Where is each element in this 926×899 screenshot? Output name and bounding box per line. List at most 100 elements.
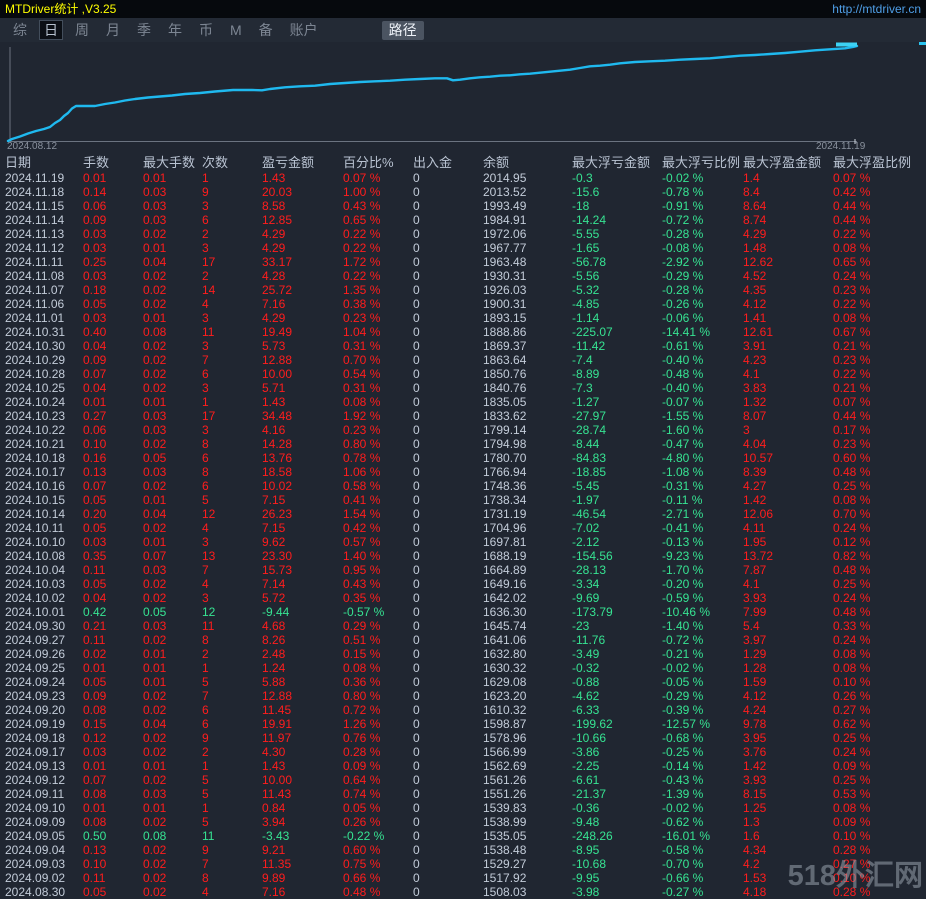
cell-balance: 1562.69 — [483, 759, 527, 773]
cell-lots: 0.07 — [83, 773, 107, 787]
table-row[interactable]: 2024.09.12 0.07 0.02 5 10.00 0.64 % 0 1561.26 -6… — [0, 773, 926, 787]
table-row[interactable]: 2024.11.07 0.18 0.02 14 25.72 1.35 % 0 1926.03 -… — [0, 283, 926, 297]
cell-pct: 0.42 % — [343, 521, 381, 535]
table-row[interactable]: 2024.10.31 0.40 0.08 11 19.49 1.04 % 0 1888.86 -… — [0, 325, 926, 339]
cell-pnl: 26.23 — [262, 507, 293, 521]
menu-item-账户[interactable]: 账户 — [285, 20, 323, 40]
table-row[interactable]: 2024.10.10 0.03 0.01 3 9.62 0.57 % 0 1697.81 -2.… — [0, 535, 926, 549]
table-row[interactable]: 2024.11.13 0.03 0.02 2 4.29 0.22 % 0 1972.06 -5.… — [0, 227, 926, 241]
table-row[interactable]: 2024.11.01 0.03 0.01 3 4.29 0.23 % 0 1893.15 -1.… — [0, 311, 926, 325]
cell-max-float-loss: -8.95 — [572, 843, 600, 857]
column-header-trades: 次数 — [202, 155, 229, 170]
table-row[interactable]: 2024.09.26 0.02 0.01 2 2.48 0.15 % 0 1632.80 -3.… — [0, 647, 926, 661]
cell-max-float-loss-pct: -1.40 % — [662, 619, 704, 633]
table-row[interactable]: 2024.09.25 0.01 0.01 1 1.24 0.08 % 0 1630.32 -0.… — [0, 661, 926, 675]
table-row[interactable]: 2024.09.27 0.11 0.02 8 8.26 0.51 % 0 1641.06 -11… — [0, 633, 926, 647]
table-row[interactable]: 2024.09.30 0.21 0.03 11 4.68 0.29 % 0 1645.74 -2… — [0, 619, 926, 633]
table-row[interactable]: 2024.10.24 0.01 0.01 1 1.43 0.08 % 0 1835.05 -1.… — [0, 395, 926, 409]
table-row[interactable]: 2024.11.14 0.09 0.03 6 12.85 0.65 % 0 1984.91 -1… — [0, 213, 926, 227]
table-row[interactable]: 2024.09.18 0.12 0.02 9 11.97 0.76 % 0 1578.96 -1… — [0, 731, 926, 745]
path-button[interactable]: 路径 — [381, 20, 424, 40]
cell-max-float-profit: 8.64 — [743, 199, 767, 213]
cell-balance: 1561.26 — [483, 773, 527, 787]
table-row[interactable]: 2024.10.22 0.06 0.03 3 4.16 0.23 % 0 1799.14 -28… — [0, 423, 926, 437]
cell-date: 2024.09.03 — [5, 857, 66, 871]
table-row[interactable]: 2024.09.03 0.10 0.02 7 11.35 0.75 % 0 1529.27 -1… — [0, 857, 926, 871]
table-row[interactable]: 2024.09.02 0.11 0.02 8 9.89 0.66 % 0 1517.92 -9.… — [0, 871, 926, 885]
menu-item-综[interactable]: 综 — [8, 20, 32, 40]
table-row[interactable]: 2024.09.10 0.01 0.01 1 0.84 0.05 % 0 1539.83 -0.… — [0, 801, 926, 815]
table-row[interactable]: 2024.10.16 0.07 0.02 6 10.02 0.58 % 0 1748.36 -5… — [0, 479, 926, 493]
cell-balance: 2013.52 — [483, 185, 527, 199]
cell-balance: 1645.74 — [483, 619, 527, 633]
cell-max-lots: 0.02 — [143, 703, 167, 717]
table-row[interactable]: 2024.10.04 0.11 0.03 7 15.73 0.95 % 0 1664.89 -2… — [0, 563, 926, 577]
cell-max-float-profit: 8.39 — [743, 465, 767, 479]
table-row[interactable]: 2024.10.11 0.05 0.02 4 7.15 0.42 % 0 1704.96 -7.… — [0, 521, 926, 535]
table-row[interactable]: 2024.11.06 0.05 0.02 4 7.16 0.38 % 0 1900.31 -4.… — [0, 297, 926, 311]
table-row[interactable]: 2024.09.24 0.05 0.01 5 5.88 0.36 % 0 1629.08 -0.… — [0, 675, 926, 689]
table-row[interactable]: 2024.09.13 0.01 0.01 1 1.43 0.09 % 0 1562.69 -2.… — [0, 759, 926, 773]
cell-lots: 0.20 — [83, 507, 107, 521]
table-row[interactable]: 2024.10.28 0.07 0.02 6 10.00 0.54 % 0 1850.76 -8… — [0, 367, 926, 381]
menu-item-M[interactable]: M — [225, 20, 247, 40]
cell-max-lots: 0.03 — [143, 185, 167, 199]
table-row[interactable]: 2024.09.19 0.15 0.04 6 19.91 1.26 % 0 1598.87 -1… — [0, 717, 926, 731]
cell-trades: 3 — [202, 199, 209, 213]
table-row[interactable]: 2024.10.15 0.05 0.01 5 7.15 0.41 % 0 1738.34 -1.… — [0, 493, 926, 507]
table-row[interactable]: 2024.10.01 0.42 0.05 12 -9.44 -0.57 % 0 1636.30… — [0, 605, 926, 619]
table-row[interactable]: 2024.09.09 0.08 0.02 5 3.94 0.26 % 0 1538.99 -9.… — [0, 815, 926, 829]
cell-max-float-loss: -10.68 — [572, 857, 607, 871]
table-row[interactable]: 2024.10.03 0.05 0.02 4 7.14 0.43 % 0 1649.16 -3.… — [0, 577, 926, 591]
table-row[interactable]: 2024.10.30 0.04 0.02 3 5.73 0.31 % 0 1869.37 -11… — [0, 339, 926, 353]
table-row[interactable]: 2024.08.30 0.05 0.02 4 7.16 0.48 % 0 1508.03 -3.… — [0, 885, 926, 899]
cell-trades: 3 — [202, 591, 209, 605]
cell-max-float-loss: -6.33 — [572, 703, 600, 717]
cell-trades: 8 — [202, 871, 209, 885]
table-row[interactable]: 2024.09.17 0.03 0.02 2 4.30 0.28 % 0 1566.99 -3.… — [0, 745, 926, 759]
table-row[interactable]: 2024.09.23 0.09 0.02 7 12.88 0.80 % 0 1623.20 -4… — [0, 689, 926, 703]
table-row[interactable]: 2024.10.29 0.09 0.02 7 12.88 0.70 % 0 1863.64 -7… — [0, 353, 926, 367]
table-row[interactable]: 2024.10.25 0.04 0.02 3 5.71 0.31 % 0 1840.76 -7.… — [0, 381, 926, 395]
cell-lots: 0.05 — [83, 521, 107, 535]
menu-item-季[interactable]: 季 — [132, 20, 156, 40]
cell-lots: 0.40 — [83, 325, 107, 339]
table-row[interactable]: 2024.10.14 0.20 0.04 12 26.23 1.54 % 0 1731.19 -… — [0, 507, 926, 521]
cell-max-float-profit: 5.4 — [743, 619, 760, 633]
table-row[interactable]: 2024.11.18 0.14 0.03 9 20.03 1.00 % 0 2013.52 -1… — [0, 185, 926, 199]
menu-item-月[interactable]: 月 — [101, 20, 125, 40]
cell-trades: 2 — [202, 647, 209, 661]
table-row[interactable]: 2024.10.17 0.13 0.03 8 18.58 1.06 % 0 1766.94 -1… — [0, 465, 926, 479]
cell-deposit-withdraw: 0 — [413, 283, 420, 297]
table-row[interactable]: 2024.11.08 0.03 0.02 2 4.28 0.22 % 0 1930.31 -5.… — [0, 269, 926, 283]
cell-pct: 0.28 % — [343, 745, 381, 759]
cell-lots: 0.01 — [83, 661, 107, 675]
menu-item-备[interactable]: 备 — [254, 20, 278, 40]
table-row[interactable]: 2024.11.19 0.01 0.01 1 1.43 0.07 % 0 2014.95 -0.… — [0, 171, 926, 185]
table-row[interactable]: 2024.10.02 0.04 0.02 3 5.72 0.35 % 0 1642.02 -9.… — [0, 591, 926, 605]
cell-trades: 6 — [202, 367, 209, 381]
table-row[interactable]: 2024.09.04 0.13 0.02 9 9.21 0.60 % 0 1538.48 -8.… — [0, 843, 926, 857]
table-row[interactable]: 2024.10.21 0.10 0.02 8 14.28 0.80 % 0 1794.98 -8… — [0, 437, 926, 451]
table-row[interactable]: 2024.11.11 0.25 0.04 17 33.17 1.72 % 0 1963.48 -… — [0, 255, 926, 269]
table-row[interactable]: 2024.10.08 0.35 0.07 13 23.30 1.40 % 0 1688.19 -… — [0, 549, 926, 563]
table-row[interactable]: 2024.10.23 0.27 0.03 17 34.48 1.92 % 0 1833.62 -… — [0, 409, 926, 423]
table-row[interactable]: 2024.11.12 0.03 0.01 3 4.29 0.22 % 0 1967.77 -1.… — [0, 241, 926, 255]
table-row[interactable]: 2024.09.11 0.08 0.03 5 11.43 0.74 % 0 1551.26 -2… — [0, 787, 926, 801]
menu-item-日[interactable]: 日 — [39, 20, 63, 40]
table-row[interactable]: 2024.10.18 0.16 0.05 6 13.76 0.78 % 0 1780.70 -8… — [0, 451, 926, 465]
table-row[interactable]: 2024.09.20 0.08 0.02 6 11.45 0.72 % 0 1610.32 -6… — [0, 703, 926, 717]
cell-trades: 5 — [202, 493, 209, 507]
menu-item-年[interactable]: 年 — [163, 20, 187, 40]
table-row[interactable]: 2024.09.05 0.50 0.08 11 -3.43 -0.22 % 0 1535.05… — [0, 829, 926, 843]
cell-max-float-loss: -2.25 — [572, 759, 600, 773]
cell-balance: 1893.15 — [483, 311, 527, 325]
table-row[interactable]: 2024.11.15 0.06 0.03 3 8.58 0.43 % 0 1993.49 -18… — [0, 199, 926, 213]
menu-item-周[interactable]: 周 — [70, 20, 94, 40]
column-header-max-float-loss: 最大浮亏金额 — [572, 155, 651, 170]
cell-max-float-profit-pct: 0.08 % — [833, 493, 871, 507]
cell-max-float-profit-pct: 0.70 % — [833, 507, 871, 521]
cell-max-float-profit: 4.1 — [743, 367, 760, 381]
menu-item-币[interactable]: 币 — [194, 20, 218, 40]
website-link[interactable]: http://mtdriver.cn — [832, 0, 921, 18]
